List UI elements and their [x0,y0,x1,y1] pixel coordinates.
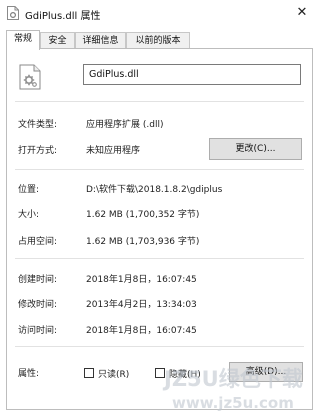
accessed-value: 2018年1月8日，16:07:45 [86,326,197,336]
modified-label: 修改时间: [18,300,58,310]
change-button[interactable]: 更改(C)... [209,138,302,160]
tab-panel-general [6,48,313,410]
accessed-label: 访问时间: [18,326,58,336]
file-name-input[interactable]: GdiPlus.dll [83,64,301,85]
divider [15,346,304,347]
created-value: 2018年1月8日，16:07:45 [86,275,197,285]
hidden-checkbox-label: 隐藏(H) [169,370,201,380]
tab-previous-versions[interactable]: 以前的版本 [126,32,190,48]
readonly-checkbox-label: 只读(R) [98,370,130,380]
close-button[interactable]: ✕ [291,3,313,23]
size-on-disk-label: 占用空间: [18,237,58,247]
checkbox-box[interactable] [155,368,165,378]
readonly-checkbox[interactable]: 只读(R) [84,368,134,380]
tab-general[interactable]: 常规 [6,30,40,50]
divider [15,258,304,259]
hidden-checkbox[interactable]: 隐藏(H) [155,368,205,380]
dll-file-icon [19,64,41,90]
advanced-button[interactable]: 高级(D)... [229,362,303,382]
created-label: 创建时间: [18,275,58,285]
size-value: 1.62 MB (1,700,352 字节) [86,210,200,220]
file-type-label: 文件类型: [18,120,58,130]
tab-details[interactable]: 详细信息 [75,32,126,48]
divider [15,169,304,170]
open-with-label: 打开方式: [18,146,58,156]
tab-strip: 常规 安全 详细信息 以前的版本 [6,30,313,50]
divider [15,101,304,102]
file-type-value: 应用程序扩展 (.dll) [86,120,164,130]
open-with-value: 未知应用程序 [86,146,141,156]
location-label: 位置: [18,185,40,195]
attributes-label: 属性: [18,369,40,379]
modified-value: 2013年4月2日，13:34:03 [86,300,197,310]
location-value: D:\软件下载\2018.1.8.2\gdiplus [86,185,223,195]
dll-file-icon [7,6,19,20]
title-bar: GdiPlus.dll 属性 ✕ [0,0,319,27]
window-title: GdiPlus.dll 属性 [25,11,101,22]
checkbox-box[interactable] [84,368,94,378]
size-on-disk-value: 1.62 MB (1,703,936 字节) [86,237,200,247]
size-label: 大小: [18,210,40,220]
tab-security[interactable]: 安全 [40,32,75,48]
